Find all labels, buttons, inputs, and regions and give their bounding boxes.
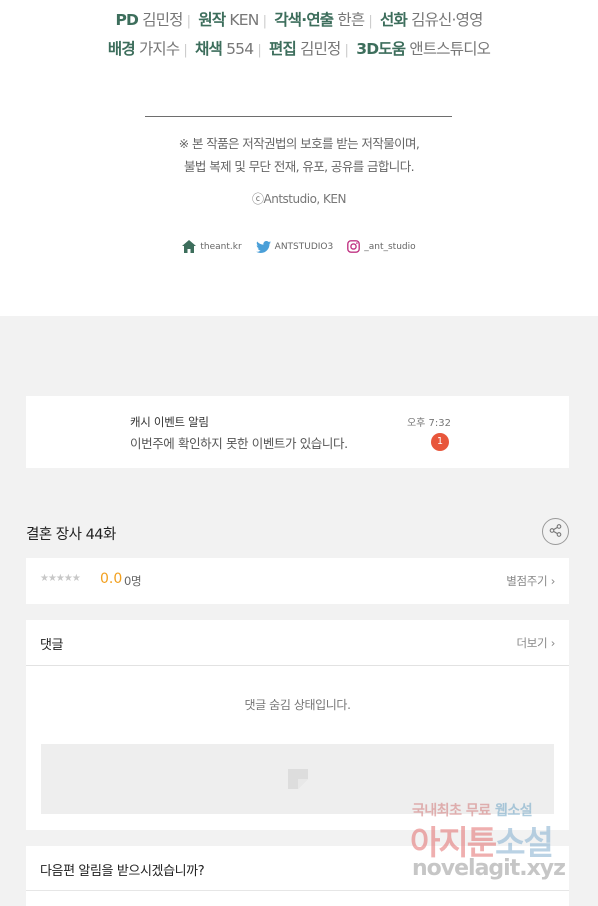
notification-title: 캐시 이벤트 알림	[130, 415, 209, 429]
social-link-twitter[interactable]: ANTSTUDIO3	[255, 240, 334, 253]
image-placeholder-icon	[287, 768, 309, 794]
social-label: ANTSTUDIO3	[274, 241, 334, 252]
credit-separator: |	[257, 43, 261, 58]
rating-bar: ★★★★★ 0.0 0명 별점주기 ›	[26, 558, 569, 604]
episode-title: 결혼 장사 44화	[26, 527, 116, 543]
social-links: theant.kr ANTSTUDIO3 _ant_studio	[0, 240, 598, 253]
social-label: theant.kr	[200, 241, 242, 252]
credit-role: 원작	[198, 11, 226, 29]
notification-time: 오후 7:32	[406, 418, 451, 429]
credit-name: 김유신·영영	[411, 11, 483, 29]
rate-button[interactable]: 별점주기 ›	[506, 573, 555, 589]
credits-line-1: PD 김민정 | 원작 KEN | 각색·연출 한흔 | 선화 김유신·영영	[0, 8, 598, 30]
social-link-home[interactable]: theant.kr	[182, 240, 242, 253]
ad-placeholder[interactable]	[41, 744, 554, 814]
credit-separator: |	[186, 14, 191, 29]
credit-role: 각색·연출	[274, 11, 334, 29]
social-link-instagram[interactable]: _ant_studio	[347, 240, 416, 253]
credit-role: 배경	[107, 40, 136, 58]
subscribe-question: 다음편 알림을 받으시겠습니까?	[40, 864, 205, 879]
credit-separator: |	[262, 14, 267, 29]
comments-more-link[interactable]: 더보기 ›	[517, 635, 556, 651]
copyright-notice-line-2: 불법 복제 및 무단 전재, 유포, 공유를 금합니다.	[184, 159, 415, 174]
credit-role: PD	[115, 11, 139, 29]
credit-name: 김민정	[142, 11, 183, 29]
divider	[26, 890, 569, 891]
comments-hidden-message: 댓글 숨김 상태입니다.	[244, 698, 351, 712]
credit-role: 선화	[380, 11, 408, 29]
credits-section: PD 김민정 | 원작 KEN | 각색·연출 한흔 | 선화 김유신·영영 배경 가…	[0, 0, 598, 316]
social-label: _ant_studio	[364, 241, 416, 252]
credit-role: 3D도움	[356, 40, 406, 58]
comments-section: 댓글 더보기 › 댓글 숨김 상태입니다.	[26, 620, 569, 830]
next-episode-alert: 다음편 알림을 받으시겠습니까?	[26, 846, 569, 906]
divider	[145, 116, 452, 117]
share-icon	[549, 522, 562, 541]
credit-name: 앤트스튜디오	[409, 40, 491, 58]
copyright-notice-line-1: ※ 본 작품은 저작권법의 보호를 받는 저작물이며,	[178, 136, 420, 151]
credit-role: 채색	[195, 40, 223, 58]
credit-name: 가지수	[138, 40, 180, 58]
rating-count: 0명	[124, 574, 142, 588]
comments-label: 댓글	[40, 638, 64, 653]
credit-role: 편집	[269, 40, 297, 58]
credit-separator: |	[368, 14, 372, 29]
rating-score: 0.0	[100, 571, 123, 587]
twitter-icon	[255, 240, 271, 253]
credits-line-2: 배경 가지수 | 채색 554 | 편집 김민정 | 3D도움 앤트스튜디오	[0, 37, 598, 59]
credit-name: 한흔	[337, 11, 365, 29]
copyright-text: ⓒAntstudio, KEN	[252, 192, 346, 206]
comments-header: 댓글 더보기 ›	[26, 620, 569, 666]
credit-name: KEN	[229, 11, 259, 29]
rating-stars: ★★★★★	[40, 573, 81, 584]
credit-separator: |	[183, 43, 187, 58]
credit-name: 김민정	[300, 40, 341, 58]
notification-count-badge: 1	[431, 433, 449, 451]
cash-event-notification[interactable]: 캐시 이벤트 알림 이번주에 확인하지 못한 이벤트가 있습니다. 오후 7:3…	[26, 396, 569, 468]
instagram-icon	[347, 240, 361, 253]
notification-message: 이번주에 확인하지 못한 이벤트가 있습니다.	[130, 436, 348, 451]
credit-name: 554	[226, 40, 254, 58]
share-button[interactable]	[542, 518, 569, 545]
home-icon	[182, 240, 197, 253]
credit-separator: |	[344, 43, 349, 58]
